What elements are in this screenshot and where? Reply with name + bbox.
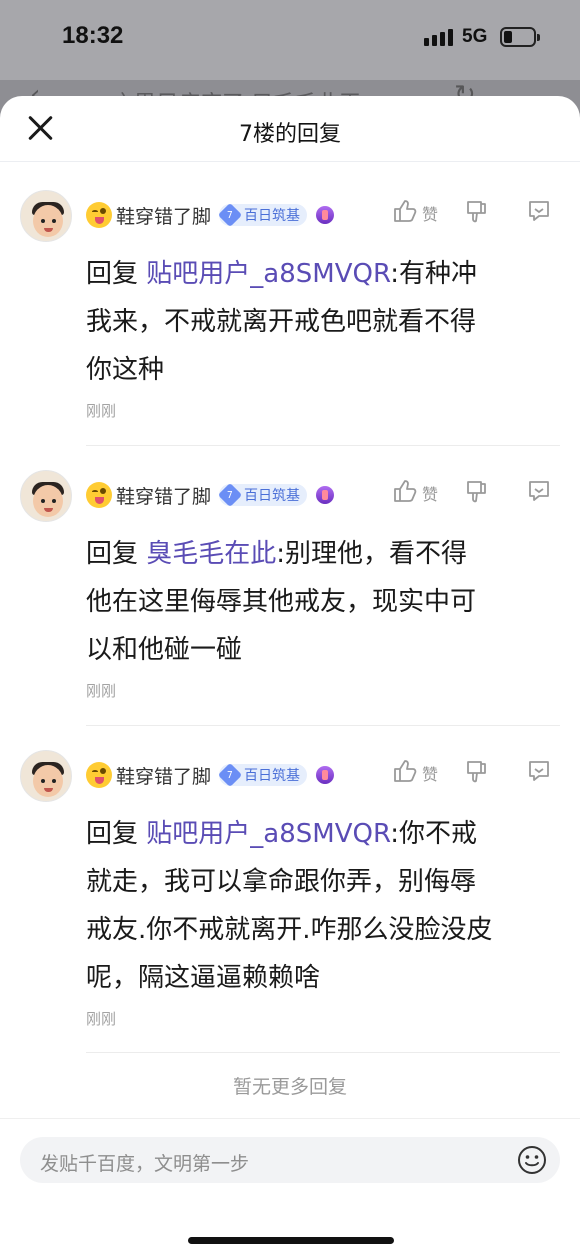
like-label[interactable]: 赞 <box>422 481 438 505</box>
status-bar: 18:32 5G <box>0 0 580 80</box>
reply-time: 刚刚 <box>86 402 117 420</box>
divider <box>86 445 560 446</box>
like-label[interactable]: 赞 <box>422 761 438 785</box>
content-line: 回复 贴吧用户_a8SMVQR:你不戒 <box>86 810 560 858</box>
comment-more-icon[interactable] <box>526 758 552 784</box>
content-line: 呢，隔这逼逼赖赖啥 <box>86 963 321 993</box>
sheet-title: 7楼的回复 <box>239 122 341 147</box>
level-title: 百日筑基 <box>244 488 301 504</box>
thumbs-up-icon[interactable] <box>392 198 418 224</box>
home-indicator <box>188 1237 394 1244</box>
emoji-smile-icon[interactable] <box>516 1144 548 1176</box>
input-placeholder: 发贴千百度，文明第一步 <box>40 1153 250 1175</box>
reply-prefix: 回复 <box>86 539 139 569</box>
content-text: :有种冲 <box>390 259 477 289</box>
level-badge: 7 百日筑基 <box>217 202 308 228</box>
level-title: 百日筑基 <box>244 768 301 784</box>
divider <box>86 725 560 726</box>
username[interactable]: 鞋穿错了脚 <box>116 482 211 509</box>
battery-icon <box>500 27 540 47</box>
level-badge: 7 百日筑基 <box>217 482 308 508</box>
level-diamond-icon: 7 <box>217 202 243 228</box>
username[interactable]: 鞋穿错了脚 <box>116 202 211 229</box>
content-line: 回复 臭毛毛在此:别理他，看不得 <box>86 530 560 578</box>
mention-link[interactable]: 贴吧用户_a8SMVQR <box>146 819 390 849</box>
reply-content: 回复 贴吧用户_a8SMVQR:有种冲 我来，不戒就离开戒色吧就看不得 你这种 <box>86 250 560 394</box>
reply-content: 回复 臭毛毛在此:别理他，看不得 他在这里侮辱其他戒友，现实中可 以和他碰一碰 <box>86 530 560 674</box>
purple-gem-icon <box>315 204 335 226</box>
content-line: 以和他碰一碰 <box>86 635 243 665</box>
divider <box>86 1052 560 1053</box>
level-badge: 7 百日筑基 <box>217 762 308 788</box>
tongue-emoji-icon <box>86 482 112 508</box>
reply-actions: 赞 <box>380 474 580 510</box>
reply-prefix: 回复 <box>86 819 139 849</box>
avatar[interactable] <box>20 750 72 802</box>
thumbs-down-icon[interactable] <box>464 199 490 225</box>
mention-link[interactable]: 臭毛毛在此 <box>146 539 276 569</box>
reply-time: 刚刚 <box>86 682 117 700</box>
content-line: 我来，不戒就离开戒色吧就看不得 <box>86 307 477 337</box>
thumbs-down-icon[interactable] <box>464 759 490 785</box>
purple-gem-icon <box>315 484 335 506</box>
avatar[interactable] <box>20 190 72 242</box>
signal-icon <box>424 29 453 46</box>
input-bar: 发贴千百度，文明第一步 <box>0 1118 580 1255</box>
no-more-replies: 暂无更多回复 <box>232 1076 347 1098</box>
thumbs-up-icon[interactable] <box>392 478 418 504</box>
sheet-header: 7楼的回复 <box>0 96 580 162</box>
network-label: 5G <box>462 26 488 47</box>
thumbs-down-icon[interactable] <box>464 479 490 505</box>
level-number: 7 <box>227 209 233 221</box>
tongue-emoji-icon <box>86 762 112 788</box>
content-line: 就走，我可以拿命跟你弄，别侮辱 <box>86 867 477 897</box>
status-time: 18:32 <box>62 22 124 49</box>
user-row: 鞋穿错了脚 7 百日筑基 <box>86 480 335 510</box>
content-line: 你这种 <box>86 355 165 385</box>
level-number: 7 <box>227 489 233 501</box>
level-diamond-icon: 7 <box>217 762 243 788</box>
content-line: 回复 贴吧用户_a8SMVQR:有种冲 <box>86 250 560 298</box>
content-text: :你不戒 <box>390 819 477 849</box>
username[interactable]: 鞋穿错了脚 <box>116 762 211 789</box>
purple-gem-icon <box>315 764 335 786</box>
reply-prefix: 回复 <box>86 259 139 289</box>
content-text: :别理他，看不得 <box>276 539 468 569</box>
comment-more-icon[interactable] <box>526 478 552 504</box>
level-diamond-icon: 7 <box>217 482 243 508</box>
reply-input[interactable]: 发贴千百度，文明第一步 <box>20 1137 560 1183</box>
comment-more-icon[interactable] <box>526 198 552 224</box>
content-line: 戒友.你不戒就离开.咋那么没脸没皮 <box>86 915 493 945</box>
reply-actions: 赞 <box>380 194 580 230</box>
reply-content: 回复 贴吧用户_a8SMVQR:你不戒 就走，我可以拿命跟你弄，别侮辱 戒友.你… <box>86 810 560 1002</box>
avatar[interactable] <box>20 470 72 522</box>
user-row: 鞋穿错了脚 7 百日筑基 <box>86 200 335 230</box>
user-row: 鞋穿错了脚 7 百日筑基 <box>86 760 335 790</box>
reply-sheet: 7楼的回复 鞋穿错了脚 7 百日筑基 赞 回复 贴吧用户_a8SMVQR:有种冲… <box>0 96 580 1255</box>
like-label[interactable]: 赞 <box>422 201 438 225</box>
reply-actions: 赞 <box>380 754 580 790</box>
thumbs-up-icon[interactable] <box>392 758 418 784</box>
content-line: 他在这里侮辱其他戒友，现实中可 <box>86 587 477 617</box>
level-title: 百日筑基 <box>244 208 301 224</box>
tongue-emoji-icon <box>86 202 112 228</box>
reply-time: 刚刚 <box>86 1010 117 1028</box>
level-number: 7 <box>227 769 233 781</box>
mention-link[interactable]: 贴吧用户_a8SMVQR <box>146 259 390 289</box>
